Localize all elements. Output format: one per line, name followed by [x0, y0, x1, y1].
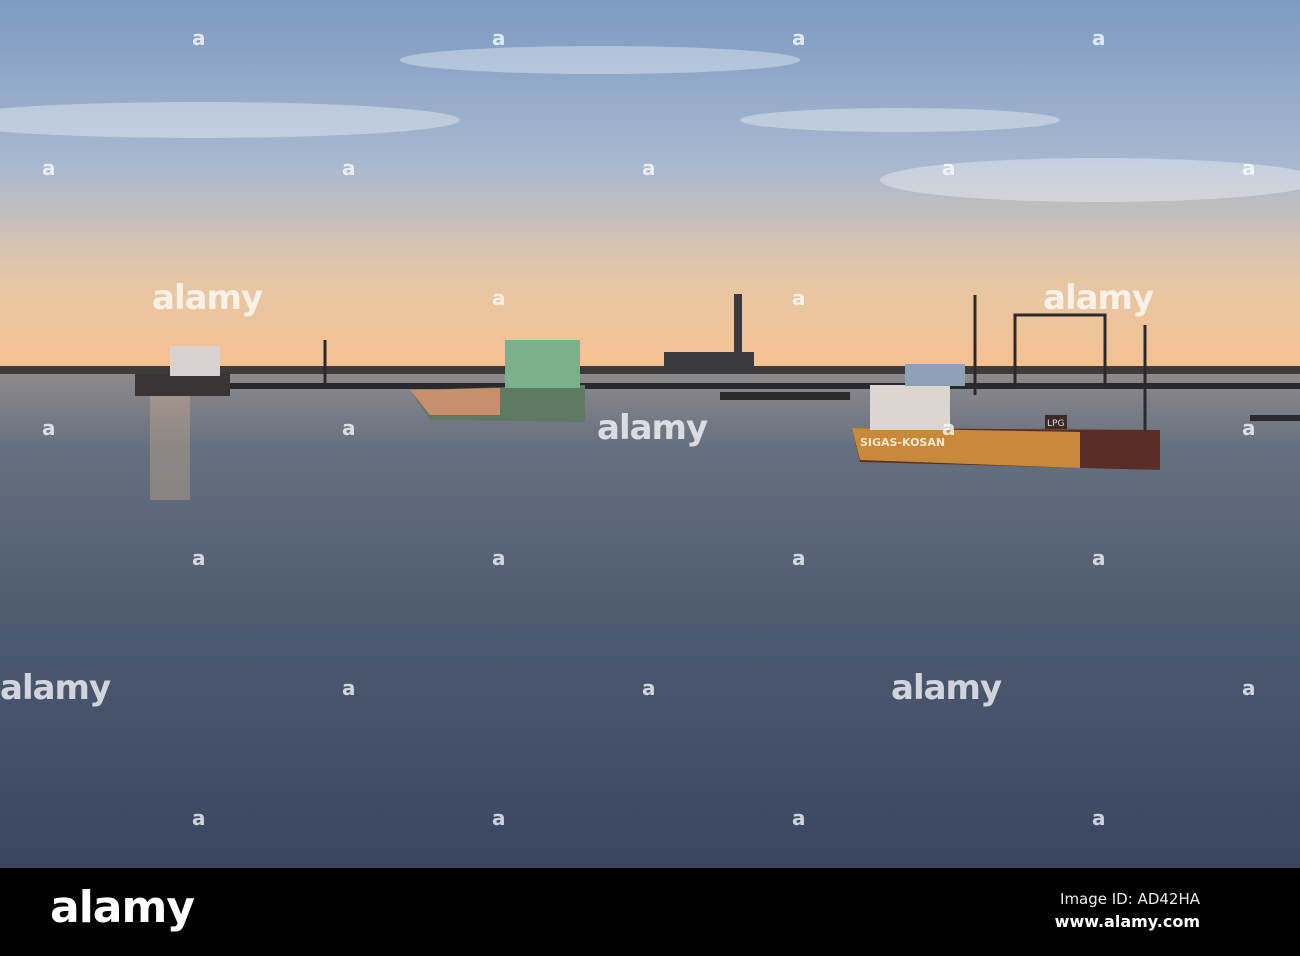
watermark-mark: a: [492, 26, 506, 50]
watermark: alamy: [597, 408, 708, 448]
watermark-mark: a: [42, 416, 56, 440]
watermark-mark: a: [642, 156, 656, 180]
watermark-mark: a: [1242, 156, 1256, 180]
watermark-mark: a: [1242, 676, 1256, 700]
watermark-mark: a: [192, 806, 206, 830]
site-url: www.alamy.com: [1054, 912, 1200, 931]
watermark-mark: a: [192, 546, 206, 570]
watermark-mark: a: [792, 286, 806, 310]
watermark-mark: a: [342, 676, 356, 700]
funnel-sign: LPG: [1047, 419, 1064, 429]
watermark: alamy: [152, 278, 263, 318]
watermark-mark: a: [42, 156, 56, 180]
watermark-mark: a: [642, 676, 656, 700]
watermark-mark: a: [792, 26, 806, 50]
watermark: alamy: [0, 668, 111, 708]
watermark-mark: a: [1092, 806, 1106, 830]
alamy-logo: alamy: [50, 882, 195, 933]
watermark-mark: a: [342, 156, 356, 180]
ship-hull-name: SIGAS-KOSAN: [860, 436, 945, 449]
watermark-mark: a: [792, 806, 806, 830]
watermark: alamy: [891, 668, 1002, 708]
watermark-mark: a: [1092, 26, 1106, 50]
watermark: alamy: [1043, 278, 1154, 318]
watermark-mark: a: [792, 546, 806, 570]
watermark-mark: a: [342, 416, 356, 440]
watermark-mark: a: [492, 286, 506, 310]
footer-bar: alamy Image ID: AD42HA www.alamy.com: [0, 868, 1300, 956]
sun-reflection: [150, 380, 190, 500]
watermark-mark: a: [1242, 416, 1256, 440]
watermark-mark: a: [192, 26, 206, 50]
watermark-mark: a: [942, 416, 956, 440]
watermark-mark: a: [492, 806, 506, 830]
watermark-mark: a: [492, 546, 506, 570]
watermark-mark: a: [1092, 546, 1106, 570]
image-id: Image ID: AD42HA: [1060, 890, 1200, 908]
photo-frame: SIGAS-KOSAN LPG alamy alamy alamy alamy …: [0, 0, 1300, 956]
watermark-mark: a: [942, 156, 956, 180]
